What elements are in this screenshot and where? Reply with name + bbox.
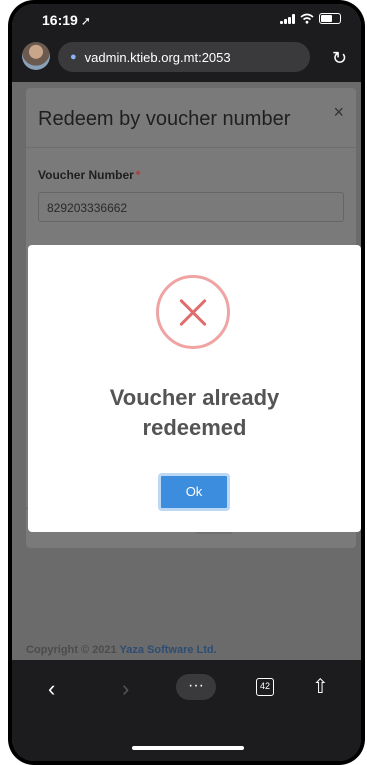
screen: 16:19 ➚ ● vadmin.ktieb.org.mt:2053 ↻ Red…	[12, 4, 361, 761]
error-alert-dialog: Voucher already redeemed Ok	[28, 245, 361, 532]
wifi-icon	[300, 13, 314, 24]
required-mark: *	[135, 168, 141, 182]
close-icon[interactable]: ×	[333, 102, 344, 123]
error-x-icon	[156, 275, 230, 349]
share-icon[interactable]: ⇧	[312, 674, 329, 699]
home-indicator	[132, 746, 244, 750]
company-link[interactable]: Yaza Software Ltd.	[120, 644, 217, 656]
phone-frame: 16:19 ➚ ● vadmin.ktieb.org.mt:2053 ↻ Red…	[8, 0, 365, 765]
browser-toolbar: ‹ › ··· 42 ⇧	[12, 660, 361, 761]
status-icons	[280, 13, 341, 24]
modal-header: Redeem by voucher number ×	[26, 88, 356, 148]
status-bar: 16:19 ➚	[12, 4, 361, 34]
lock-icon: ●	[70, 51, 77, 63]
battery-icon	[319, 13, 341, 24]
voucher-number-input[interactable]: 829203336662	[38, 192, 344, 222]
location-icon: ➚	[80, 14, 91, 28]
address-bar[interactable]: ● vadmin.ktieb.org.mt:2053	[58, 42, 310, 72]
avatar[interactable]	[22, 42, 50, 70]
copyright-text: Copyright © 2021	[26, 644, 117, 656]
field-label-text: Voucher Number	[38, 168, 134, 182]
modal-title: Redeem by voucher number	[38, 108, 291, 130]
more-options-icon[interactable]: ···	[176, 674, 216, 700]
forward-icon[interactable]: ›	[122, 676, 129, 702]
status-time: 16:19 ➚	[42, 12, 91, 28]
ok-button[interactable]: Ok	[158, 473, 230, 511]
time-text: 16:19	[42, 12, 78, 28]
tabs-icon[interactable]: 42	[256, 678, 274, 696]
alert-message: Voucher already redeemed	[109, 385, 280, 440]
reload-icon[interactable]: ↻	[332, 48, 347, 69]
back-icon[interactable]: ‹	[48, 676, 55, 702]
signal-icon	[280, 13, 295, 24]
url-text: vadmin.ktieb.org.mt:2053	[84, 49, 231, 65]
copyright-footer: Copyright © 2021 Yaza Software Ltd.	[26, 644, 217, 656]
voucher-number-label: Voucher Number *	[38, 168, 140, 182]
browser-url-row: ● vadmin.ktieb.org.mt:2053 ↻	[12, 34, 361, 82]
